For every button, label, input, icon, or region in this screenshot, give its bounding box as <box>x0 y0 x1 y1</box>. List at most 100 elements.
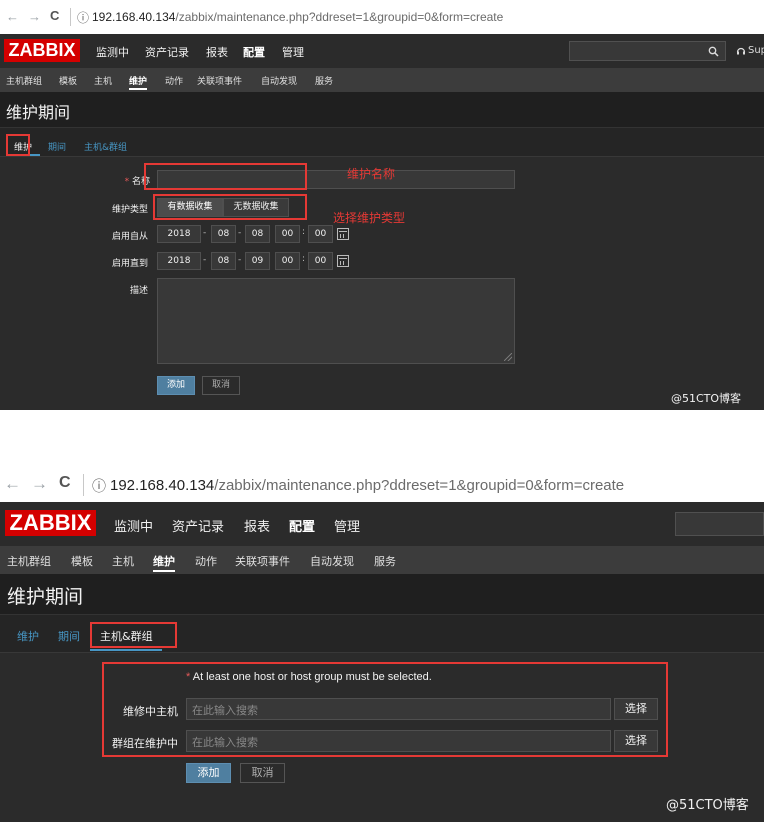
watermark: @51CTO博客 <box>666 798 749 813</box>
form-tabs: 维护 期间 主机&群组 <box>0 128 764 157</box>
page-header: 维护期间 <box>0 574 764 615</box>
reload-icon[interactable]: C <box>50 8 59 23</box>
forward-icon[interactable]: → <box>28 9 41 24</box>
time-separator: : <box>302 227 306 237</box>
tab-maintenance[interactable]: 维护 <box>17 628 39 644</box>
cancel-button[interactable]: 取消 <box>202 376 240 395</box>
submenu-hosts[interactable]: 主机 <box>112 553 134 569</box>
submenu-services[interactable]: 服务 <box>315 74 333 87</box>
add-button[interactable]: 添加 <box>186 763 231 783</box>
menu-administration[interactable]: 管理 <box>334 516 360 535</box>
submenu-templates[interactable]: 模板 <box>59 74 77 87</box>
address-separator <box>70 8 71 26</box>
submenu-actions[interactable]: 动作 <box>195 553 217 569</box>
date-separator: - <box>238 228 242 238</box>
sub-navigation: 主机群组 模板 主机 维护 动作 关联项事件 自动发现 服务 <box>0 546 764 574</box>
menu-reports[interactable]: 报表 <box>244 516 270 535</box>
highlight-tab-maintenance <box>6 134 30 156</box>
submenu-services[interactable]: 服务 <box>374 553 396 569</box>
highlight-tab-hosts-groups <box>90 622 177 648</box>
required-mark: * <box>124 177 130 187</box>
calendar-icon[interactable] <box>337 255 349 267</box>
browser-address-bar: ← → C ⓘ 192.168.40.134/zabbix/maintenanc… <box>0 0 764 34</box>
active-from-hour[interactable]: 00 <box>275 225 300 243</box>
screenshot-panel-small: ← → C ⓘ 192.168.40.134/zabbix/maintenanc… <box>0 0 764 410</box>
submenu-discovery[interactable]: 自动发现 <box>261 74 297 87</box>
active-tab-indicator <box>90 649 162 651</box>
active-from-minute[interactable]: 00 <box>308 225 333 243</box>
info-icon[interactable]: ⓘ <box>92 476 106 496</box>
menu-reports[interactable]: 报表 <box>206 44 228 60</box>
screenshot-panel-large: ← → C ⓘ 192.168.40.134/zabbix/maintenanc… <box>0 468 764 822</box>
submenu-correlation[interactable]: 关联项事件 <box>235 553 290 569</box>
menu-inventory[interactable]: 资产记录 <box>145 44 189 60</box>
submenu-discovery[interactable]: 自动发现 <box>310 553 354 569</box>
active-from-label: 启用自从 <box>111 232 148 242</box>
date-separator: - <box>203 228 207 238</box>
description-textarea[interactable] <box>157 278 515 364</box>
info-icon[interactable]: ⓘ <box>77 9 89 26</box>
cancel-button[interactable]: 取消 <box>240 763 285 783</box>
url-host: 192.168.40.134 <box>92 10 176 24</box>
forward-icon[interactable]: → <box>31 474 48 494</box>
add-button[interactable]: 添加 <box>157 376 195 395</box>
headset-icon[interactable] <box>736 46 746 56</box>
resize-handle[interactable] <box>504 353 512 361</box>
url-field[interactable]: 192.168.40.134/zabbix/maintenance.php?dd… <box>110 477 624 494</box>
page-title: 维护期间 <box>6 103 71 122</box>
submenu-host-groups[interactable]: 主机群组 <box>7 553 51 569</box>
submenu-hosts[interactable]: 主机 <box>94 74 112 87</box>
page-header: 维护期间 <box>0 92 764 128</box>
submenu-maintenance[interactable]: 维护 <box>153 553 175 572</box>
active-till-year[interactable]: 2018 <box>157 252 201 270</box>
browser-address-bar: ← → C ⓘ 192.168.40.134/zabbix/maintenanc… <box>0 468 764 502</box>
maintenance-form: * 名称 维护类型 有数据收集 无数据收集 启用自从 2018 - 08 - 0… <box>0 157 764 410</box>
submenu-maintenance[interactable]: 维护 <box>129 74 148 90</box>
global-search-input[interactable] <box>675 512 764 536</box>
back-icon[interactable]: ← <box>6 9 19 24</box>
url-path: /zabbix/maintenance.php?ddreset=1&groupi… <box>175 10 504 24</box>
description-label: 描述 <box>129 286 148 296</box>
active-till-month[interactable]: 08 <box>211 252 236 270</box>
menu-administration[interactable]: 管理 <box>282 44 304 60</box>
active-from-day[interactable]: 08 <box>245 225 270 243</box>
submenu-host-groups[interactable]: 主机群组 <box>6 74 42 87</box>
date-separator: - <box>203 255 207 265</box>
menu-monitoring[interactable]: 监测中 <box>96 44 129 60</box>
tab-periods[interactable]: 期间 <box>48 140 66 153</box>
reload-icon[interactable]: C <box>59 474 71 492</box>
menu-inventory[interactable]: 资产记录 <box>172 516 224 535</box>
submenu-actions[interactable]: 动作 <box>165 74 183 87</box>
active-till-day[interactable]: 09 <box>245 252 270 270</box>
highlight-hosts-groups-section <box>102 662 668 757</box>
menu-configuration[interactable]: 配置 <box>289 516 315 535</box>
active-till-hour[interactable]: 00 <box>275 252 300 270</box>
zabbix-logo[interactable]: ZABBIX <box>4 39 80 62</box>
watermark: @51CTO博客 <box>671 392 742 405</box>
global-search-input[interactable] <box>569 41 726 61</box>
search-icon[interactable] <box>708 46 719 57</box>
url-host: 192.168.40.134 <box>110 477 215 494</box>
active-till-label: 启用直到 <box>111 259 148 269</box>
submenu-correlation[interactable]: 关联项事件 <box>197 74 242 87</box>
active-till-minute[interactable]: 00 <box>308 252 333 270</box>
annotation-name: 维护名称 <box>347 167 396 181</box>
zabbix-logo[interactable]: ZABBIX <box>5 510 96 536</box>
date-separator: - <box>238 255 242 265</box>
calendar-icon[interactable] <box>337 228 349 240</box>
tab-hosts-groups[interactable]: 主机&群组 <box>84 140 127 153</box>
url-field[interactable]: 192.168.40.134/zabbix/maintenance.php?dd… <box>92 10 503 24</box>
submenu-templates[interactable]: 模板 <box>71 553 93 569</box>
highlight-name-field <box>144 163 307 190</box>
name-label: * 名称 <box>100 174 150 187</box>
top-navigation: ZABBIX 监测中 资产记录 报表 配置 管理 <box>0 502 764 546</box>
support-link[interactable]: Sup <box>748 45 764 56</box>
time-separator: : <box>302 254 306 264</box>
back-icon[interactable]: ← <box>4 474 21 494</box>
tab-periods[interactable]: 期间 <box>58 628 80 644</box>
active-from-month[interactable]: 08 <box>211 225 236 243</box>
menu-configuration[interactable]: 配置 <box>243 44 265 60</box>
menu-monitoring[interactable]: 监测中 <box>114 516 153 535</box>
address-separator <box>83 474 84 496</box>
active-from-year[interactable]: 2018 <box>157 225 201 243</box>
